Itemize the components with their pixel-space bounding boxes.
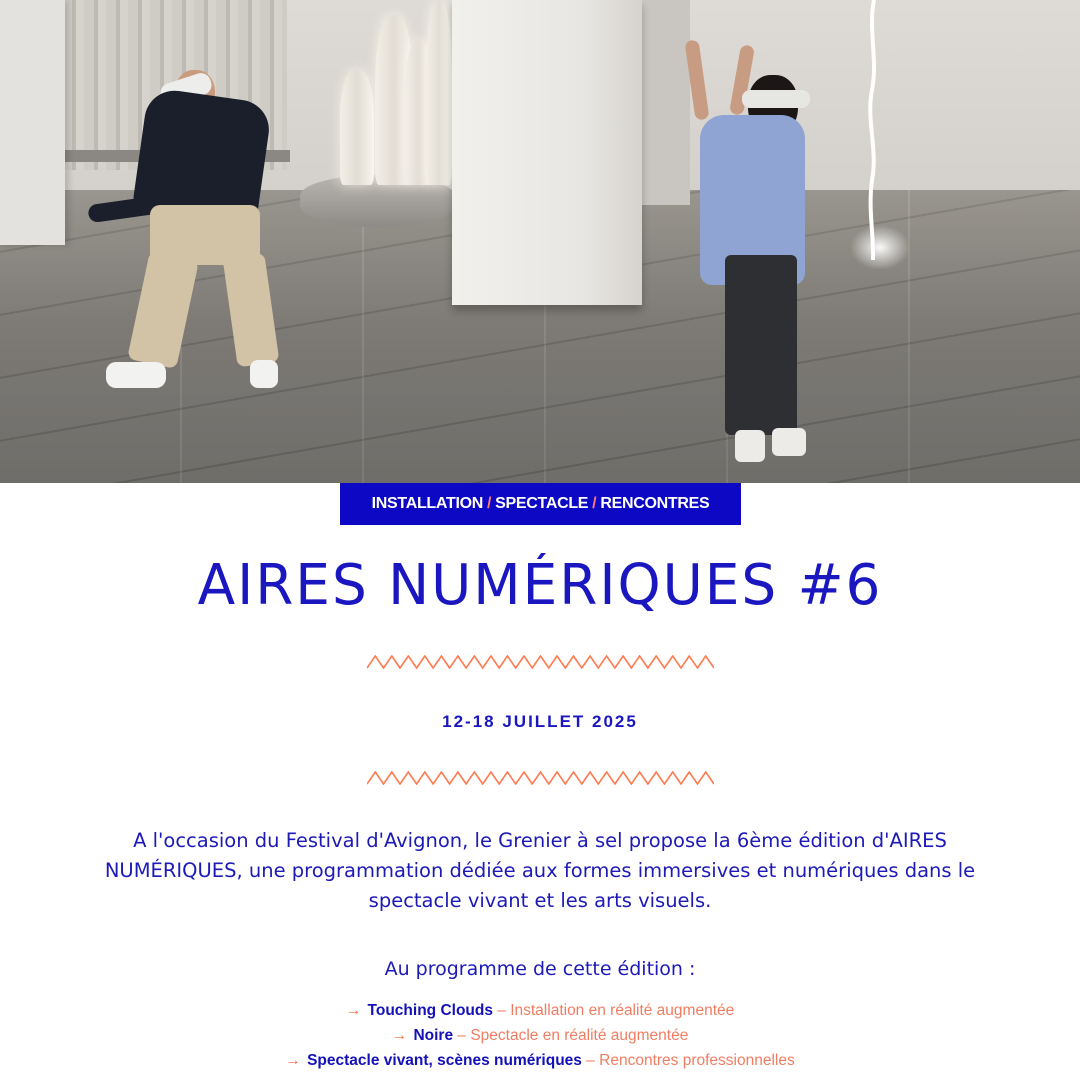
program-item-desc: – Spectacle en réalité augmentée	[453, 1027, 689, 1044]
arrow-right-icon: →	[345, 1002, 362, 1019]
program-item-spectacle-vivant[interactable]: → Spectacle vivant, scènes numériques – …	[0, 1048, 1080, 1073]
program-item-name: Noire	[413, 1027, 454, 1044]
hero-photo	[0, 0, 1080, 483]
intro-paragraph: A l'occasion du Festival d'Avignon, le G…	[104, 829, 976, 912]
program-heading: Au programme de cette édition :	[384, 958, 696, 980]
crystal-sculpture	[426, 0, 452, 185]
category-installation[interactable]: INSTALLATION	[372, 495, 484, 513]
neon-glow	[850, 225, 910, 270]
category-spectacle[interactable]: SPECTACLE	[495, 495, 588, 513]
left-wall	[0, 0, 65, 245]
arrow-right-icon: →	[285, 1052, 301, 1069]
category-banner: INSTALLATION / SPECTACLE / RENCONTRES	[340, 483, 741, 525]
category-rencontres[interactable]: RENCONTRES	[600, 495, 709, 513]
program-item-desc: – Installation en réalité augmentée	[492, 1002, 735, 1019]
page-title: AIRES NUMÉRIQUES #6	[197, 553, 883, 618]
arrow-right-icon: →	[391, 1027, 408, 1044]
program-item-name: Touching Clouds	[367, 1002, 493, 1019]
program-list: → Touching Clouds – Installation en réal…	[0, 998, 1080, 1073]
program-item-noire[interactable]: → Noire – Spectacle en réalité augmentée	[0, 1023, 1080, 1048]
program-item-name: Spectacle vivant, scènes numériques	[307, 1052, 582, 1069]
neon-light-icon	[868, 0, 876, 260]
gallery-pillar	[640, 0, 690, 205]
zigzag-divider-icon	[367, 655, 714, 669]
program-item-desc: – Rencontres professionnelles	[581, 1052, 795, 1069]
event-date: 12-18 JUILLET 2025	[442, 712, 638, 731]
zigzag-divider-icon	[367, 771, 714, 785]
category-separator: /	[592, 495, 597, 512]
gallery-pillar	[452, 0, 642, 305]
category-separator: /	[487, 495, 492, 512]
program-item-touching-clouds[interactable]: → Touching Clouds – Installation en réal…	[0, 998, 1080, 1023]
crystal-sculpture	[340, 70, 374, 185]
